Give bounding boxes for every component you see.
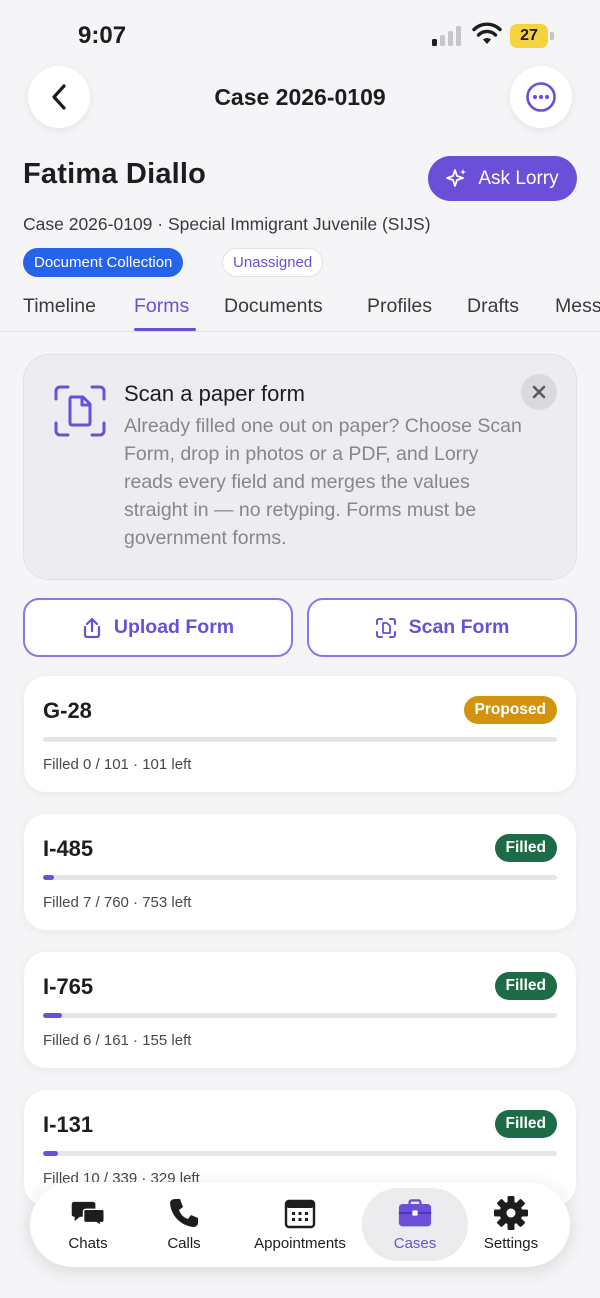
client-name: Fatima Diallo	[23, 158, 207, 190]
upload-form-label: Upload Form	[113, 616, 235, 638]
form-name: I-765	[43, 974, 94, 999]
progress-bar	[43, 1013, 557, 1018]
wifi-icon	[472, 22, 502, 44]
scan-icon	[375, 617, 396, 638]
form-card[interactable]: I-765 Filled Filled 6 / 161 · 155 left	[24, 952, 576, 1068]
tabbar-appointments-label: Appointments	[254, 1235, 346, 1252]
form-progress-text: Filled 7 / 760 · 753 left	[43, 894, 192, 911]
scan-info-card: Scan a paper form Already filled one out…	[23, 354, 577, 580]
form-progress-text: Filled 0 / 101 · 101 left	[43, 756, 192, 773]
form-name: I-485	[43, 836, 94, 861]
status-time: 9:07	[78, 22, 127, 49]
tab-messages[interactable]: Mess	[555, 295, 600, 318]
chat-bubbles-icon	[71, 1197, 105, 1229]
tab-drafts[interactable]: Drafts	[467, 295, 519, 318]
scan-document-icon	[54, 385, 106, 437]
phone-icon	[167, 1197, 201, 1229]
form-progress-text: Filled 6 / 161 · 155 left	[43, 1032, 192, 1049]
status-bar: 9:07 27	[0, 0, 600, 66]
more-options-button[interactable]	[510, 66, 572, 128]
scan-card-body: Already filled one out on paper? Choose …	[124, 415, 522, 549]
tabbar-appointments[interactable]: Appointments	[246, 1182, 354, 1267]
tab-profiles[interactable]: Profiles	[367, 295, 432, 318]
scan-form-label: Scan Form	[408, 616, 510, 638]
calendar-icon	[283, 1197, 317, 1229]
upload-icon	[83, 617, 100, 638]
case-tabs: Timeline Forms Documents Profiles Drafts…	[0, 286, 600, 332]
battery-icon: 27	[510, 24, 554, 48]
active-tab-indicator	[134, 328, 196, 331]
form-card[interactable]: G-28 Proposed Filled 0 / 101 · 101 left	[24, 676, 576, 792]
cellular-signal-icon	[432, 26, 461, 46]
tabbar-settings-label: Settings	[483, 1235, 539, 1252]
status-badge: Filled	[494, 1110, 557, 1138]
stage-badge: Document Collection	[23, 248, 184, 277]
battery-level: 27	[510, 24, 548, 48]
tab-forms[interactable]: Forms	[134, 295, 189, 318]
tabbar-settings[interactable]: Settings	[478, 1182, 544, 1267]
form-card[interactable]: I-485 Filled Filled 7 / 760 · 753 left	[24, 814, 576, 930]
sparkle-icon	[446, 168, 467, 187]
form-name: G-28	[43, 698, 92, 723]
progress-bar	[43, 875, 557, 880]
tabbar-chats-label: Chats	[68, 1235, 108, 1252]
case-subtitle: Case 2026-0109 · Special Immigrant Juven…	[23, 214, 431, 234]
close-icon	[532, 385, 546, 399]
progress-fill	[43, 1151, 58, 1156]
scan-card-title: Scan a paper form	[124, 381, 305, 406]
upload-form-button[interactable]: Upload Form	[23, 598, 293, 657]
bottom-tab-bar: Chats Calls Appointments Cases Settings	[30, 1182, 570, 1267]
briefcase-icon	[398, 1197, 432, 1229]
status-badge: Proposed	[463, 696, 557, 724]
tabbar-cases-label: Cases	[393, 1235, 437, 1252]
status-badge: Filled	[494, 972, 557, 1000]
form-name: I-131	[43, 1112, 94, 1137]
dismiss-button[interactable]	[521, 374, 557, 410]
ask-lorry-button[interactable]: Ask Lorry	[428, 156, 577, 201]
tabbar-cases[interactable]: Cases	[382, 1182, 448, 1267]
more-icon	[526, 82, 556, 112]
status-badge: Filled	[494, 834, 557, 862]
progress-fill	[43, 875, 54, 880]
tab-timeline[interactable]: Timeline	[23, 295, 96, 318]
progress-fill	[43, 1013, 63, 1018]
ask-lorry-label: Ask Lorry	[478, 167, 559, 189]
gear-icon	[494, 1196, 528, 1230]
tabbar-calls[interactable]: Calls	[156, 1182, 212, 1267]
progress-bar	[43, 1151, 557, 1156]
scan-form-button[interactable]: Scan Form	[307, 598, 577, 657]
tab-documents[interactable]: Documents	[224, 295, 323, 318]
progress-bar	[43, 737, 557, 742]
assignee-badge[interactable]: Unassigned	[222, 248, 324, 277]
tabbar-chats[interactable]: Chats	[58, 1182, 118, 1267]
tabbar-calls-label: Calls	[167, 1235, 201, 1252]
